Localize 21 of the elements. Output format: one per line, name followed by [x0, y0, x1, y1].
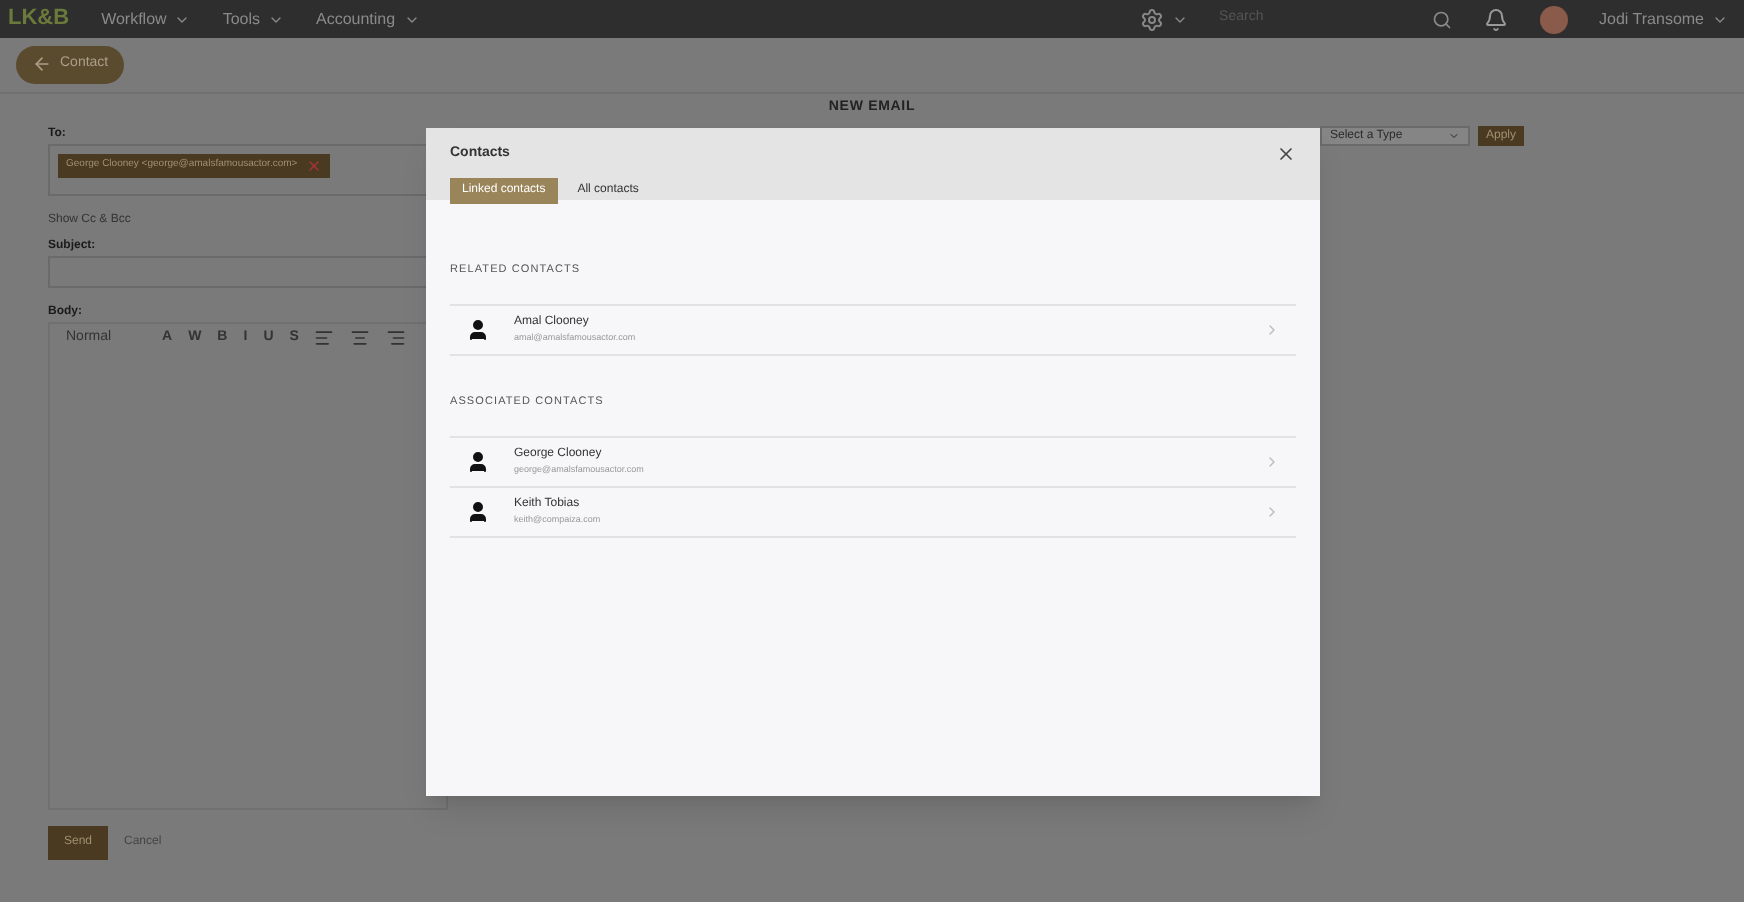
close-icon[interactable] — [1276, 144, 1296, 165]
chevron-right-icon — [1264, 322, 1280, 338]
avatar[interactable] — [1539, 5, 1568, 33]
align-left-icon[interactable] — [314, 328, 335, 348]
chevron-right-icon — [1264, 504, 1280, 520]
bell-icon[interactable] — [1483, 7, 1508, 31]
user-menu[interactable]: Jodi Transome — [1599, 7, 1728, 31]
arrow-left-icon — [32, 54, 52, 75]
person-icon — [466, 318, 490, 342]
search-icon[interactable] — [1431, 9, 1452, 29]
align-right-icon[interactable] — [386, 328, 407, 348]
chevron-right-icon — [1264, 454, 1280, 470]
align-center-icon[interactable] — [350, 328, 371, 348]
person-icon — [466, 500, 490, 524]
logo[interactable]: LK&B — [8, 2, 70, 36]
settings-icon[interactable] — [1139, 7, 1164, 31]
nav-menu[interactable]: Workflow — [101, 7, 191, 31]
caret-icon — [1447, 130, 1460, 142]
nav-menu[interactable]: Accounting — [316, 7, 420, 31]
person-icon — [466, 450, 490, 474]
nav-menu[interactable]: Tools — [222, 7, 284, 31]
